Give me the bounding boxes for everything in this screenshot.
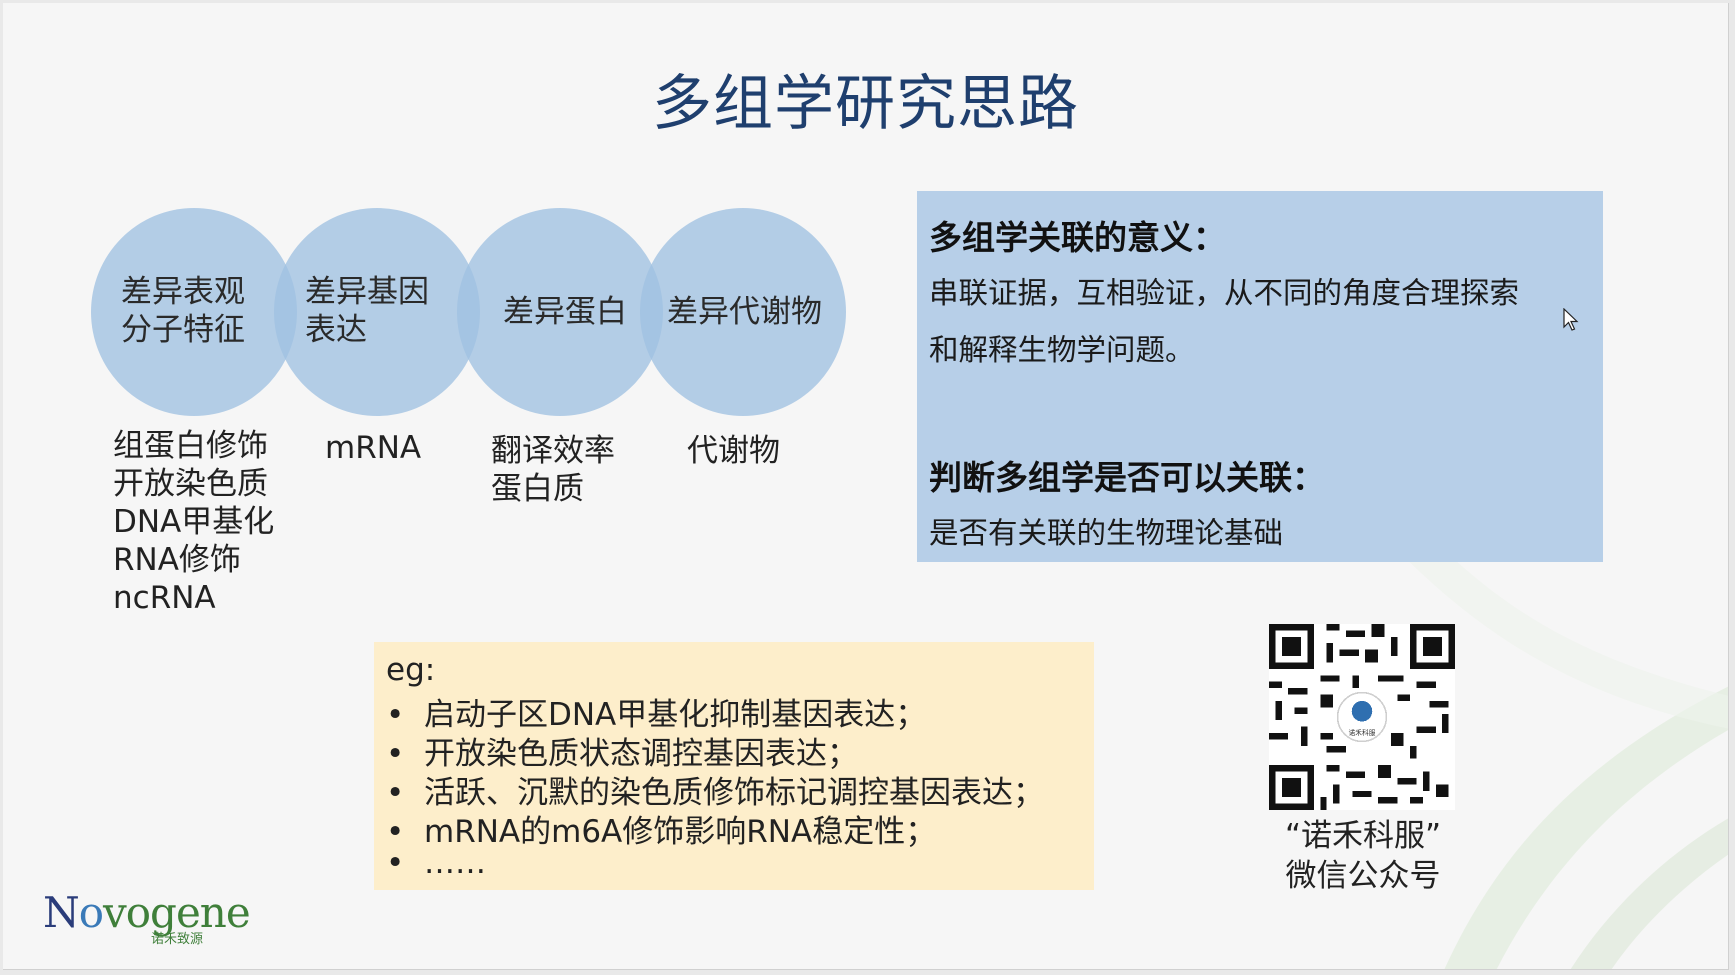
logo-text-n: N <box>43 888 80 937</box>
qr-caption-line2: 微信公众号 <box>1285 858 1441 894</box>
under-label-line: ncRNA <box>113 580 216 616</box>
slide: 多组学研究思路 差异表观 分子特征 差异基因 表达 差异蛋白 差异代谢物 组蛋白… <box>3 3 1729 970</box>
under-label-protein: 翻译效率 蛋白质 <box>491 432 615 508</box>
judge-heading: 判断多组学是否可以关联： <box>929 458 1325 497</box>
under-label-line: RNA修饰 <box>113 542 241 578</box>
circle-label-line: 分子特征 <box>121 312 245 348</box>
circle-label-line: 差异代谢物 <box>667 294 822 330</box>
circle-label-line: 差异蛋白 <box>503 294 627 330</box>
novogene-logo: Novogene <box>43 888 251 937</box>
judge-text: 是否有关联的生物理论基础 <box>929 516 1284 550</box>
circle-label-epigenetic: 差异表观 分子特征 <box>121 273 245 349</box>
example-item-text: mRNA的m6A修饰影响RNA稳定性； <box>424 814 937 850</box>
logo-text-o: o <box>78 888 104 937</box>
under-label-line: 开放染色质 <box>113 466 268 502</box>
circle-label-line: 差异基因 <box>305 274 429 310</box>
qr-code-image: 诺禾科服 <box>1269 624 1455 810</box>
logo-subtitle: 诺禾致源 <box>151 932 204 947</box>
circle-label-metabolite: 差异代谢物 <box>667 293 822 331</box>
meaning-panel: 多组学关联的意义： 串联证据，互相验证，从不同的角度合理探索 和解释生物学问题。… <box>917 191 1603 562</box>
slide-title: 多组学研究思路 <box>652 69 1079 139</box>
meaning-text-line1: 串联证据，互相验证，从不同的角度合理探索 <box>929 276 1520 310</box>
circle-label-protein: 差异蛋白 <box>503 293 627 331</box>
under-label-metabolite: 代谢物 <box>687 432 780 470</box>
example-heading: eg: <box>386 652 436 688</box>
under-label-gene-expression: mRNA <box>325 429 421 467</box>
under-label-line: mRNA <box>325 430 422 466</box>
meaning-heading: 多组学关联的意义： <box>929 218 1226 257</box>
example-item: • …… <box>386 845 486 881</box>
circle-label-line: 表达 <box>305 312 367 348</box>
under-label-line: 代谢物 <box>687 433 780 469</box>
meaning-text-line2: 和解释生物学问题。 <box>929 333 1195 367</box>
circle-label-gene-expression: 差异基因 表达 <box>305 273 429 349</box>
under-label-line: 组蛋白修饰 <box>113 428 268 464</box>
circle-label-line: 差异表观 <box>121 274 245 310</box>
under-label-line: 蛋白质 <box>491 471 584 507</box>
under-label-epigenetic: 组蛋白修饰 开放染色质 DNA甲基化 RNA修饰 ncRNA <box>113 427 274 617</box>
qr-center-label: 诺禾科服 <box>1349 728 1376 737</box>
example-item-text: …… <box>424 845 486 881</box>
qr-caption: “诺禾科服” 微信公众号 <box>1243 816 1483 896</box>
qr-caption-line1: “诺禾科服” <box>1284 818 1442 854</box>
under-label-line: 翻译效率 <box>491 433 615 469</box>
bullet-symbol: • <box>386 845 405 881</box>
mouse-cursor-icon <box>1563 308 1579 331</box>
example-box: eg: • 启动子区DNA甲基化抑制基因表达； • 开放染色质状态调控基因表达； •… <box>374 642 1094 890</box>
under-label-line: DNA甲基化 <box>113 504 275 540</box>
